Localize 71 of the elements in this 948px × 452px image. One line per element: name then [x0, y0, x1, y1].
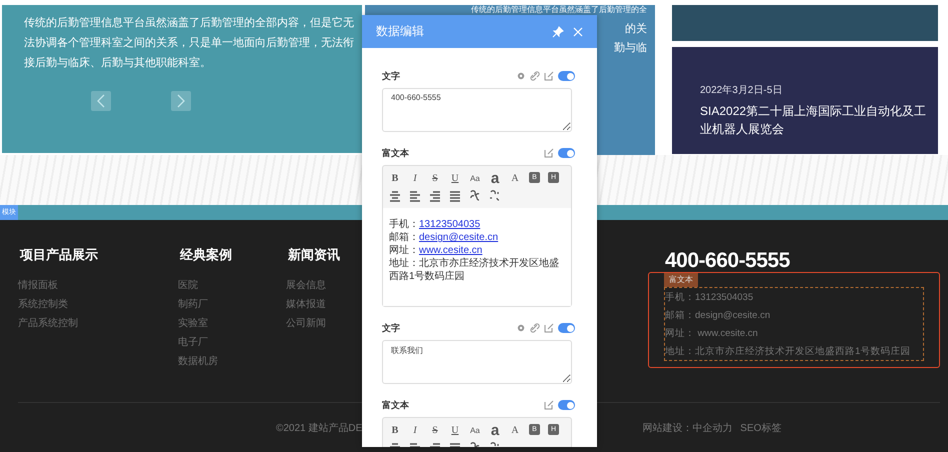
toolbar-button[interactable]: U: [447, 170, 463, 186]
field-label: 富文本: [382, 146, 409, 160]
previous-button[interactable]: [91, 91, 111, 111]
copyright-text: ©2021 建站产品DE: [276, 422, 362, 435]
align-right-icon: [429, 190, 441, 202]
footer-link[interactable]: SEO标签: [740, 421, 782, 435]
toggle-switch[interactable]: [558, 148, 575, 158]
toggle-switch[interactable]: [558, 400, 575, 410]
text-field[interactable]: 400-660-5555: [382, 88, 572, 132]
close-icon[interactable]: [573, 26, 583, 36]
edit-icon[interactable]: [544, 148, 554, 158]
chevron-right-icon[interactable]: [176, 94, 186, 108]
rich-text-block[interactable]: 手机：13123504035 邮箱：design@cesite.cn 网址： www.cesite.cn 地址：北京市亦庄经济技术开发区地盛西路1号数码庄园: [664, 287, 924, 361]
toggle-switch[interactable]: [558, 71, 575, 81]
link-icon[interactable]: [530, 71, 540, 81]
editor-text-line: 邮箱：design@cesite.cn: [389, 231, 500, 244]
column-heading: 经典案例: [180, 246, 232, 264]
toggle-switch[interactable]: [558, 323, 575, 333]
text-field[interactable]: 联系我们: [382, 340, 572, 384]
panel-title: 数据编辑: [376, 23, 424, 40]
align-left-icon: [409, 190, 421, 202]
card-text: 勤与临: [614, 41, 647, 56]
toolbar-button[interactable]: B: [387, 170, 403, 186]
settings-icon[interactable]: [516, 323, 526, 333]
slide-text: 传统的后勤管理信息平台虽然涵盖了后勤管理的全部内容，但是它无法协调各个管理科室之间的关系，只是单一地面向后勤管理，无法衔接后勤与临床、后勤与其他职能科室。: [24, 16, 354, 71]
link-icon: [469, 190, 481, 202]
justify-icon: [449, 190, 461, 202]
toolbar-button[interactable]: Aa: [467, 422, 483, 438]
edit-icon[interactable]: [544, 71, 554, 81]
field-label: 富文本: [382, 398, 409, 412]
phone-number: 400-660-5555: [665, 250, 791, 272]
edit-icon[interactable]: [544, 400, 554, 410]
align-center-icon: [389, 190, 401, 202]
contact-line: 手机：13123504035: [665, 290, 754, 304]
editor-text-line: 手机：13123504035: [389, 218, 482, 231]
toolbar-button[interactable]: I: [407, 170, 423, 186]
event-title[interactable]: SIA2022第二十届上海国际工业自动化及工业机器人展览会: [700, 102, 928, 138]
toolbar-button[interactable]: Aa: [467, 170, 483, 186]
contact-line: 网址： www.cesite.cn: [665, 326, 759, 340]
field-label: 文字: [382, 322, 400, 334]
contact-link[interactable]: design@cesite.cn: [419, 232, 498, 243]
contact-line: 邮箱：design@cesite.cn: [665, 308, 772, 322]
toolbar-button[interactable]: U: [447, 422, 463, 438]
settings-icon[interactable]: [516, 71, 526, 81]
link-icon[interactable]: [530, 323, 540, 333]
contact-line: 地址：北京市亦庄经济技术开发区地盛西路1号数码庄园: [665, 344, 912, 358]
toolbar-button[interactable]: a: [487, 422, 503, 438]
unlink-icon: [489, 190, 501, 202]
card-text: 传统的后勤管理信息平台虽然涵盖了后勤管理的全: [471, 5, 647, 14]
toolbar-button[interactable]: a: [487, 170, 503, 186]
toolbar-button[interactable]: A: [507, 170, 523, 186]
next-button[interactable]: [171, 91, 191, 111]
editor-text-line: 网址：www.cesite.cn: [389, 244, 484, 257]
footer-link[interactable]: 网站建设：中企动力: [642, 421, 732, 435]
contact-link[interactable]: 13123504035: [419, 219, 480, 230]
column-heading: 项目产品展示: [20, 246, 98, 264]
block-tag[interactable]: 富文本: [664, 273, 698, 287]
toolbar-button[interactable]: I: [407, 422, 423, 438]
pin-icon[interactable]: [552, 26, 564, 38]
column-heading: 新闻资讯: [288, 246, 340, 264]
edit-icon[interactable]: [544, 323, 554, 333]
contact-link[interactable]: www.cesite.cn: [419, 245, 482, 256]
event-date: 2022年3月2日-5日: [700, 84, 784, 97]
field-label: 文字: [382, 70, 400, 82]
card-text: 的关: [625, 22, 647, 37]
toolbar-button[interactable]: S: [427, 170, 443, 186]
toolbar-button[interactable]: S: [427, 422, 443, 438]
editor-text-line: 地址：北京市亦庄经济技术开发区地盛西路1号数码庄园: [389, 257, 560, 283]
toolbar-button[interactable]: A: [507, 422, 523, 438]
chevron-left-icon[interactable]: [96, 94, 106, 108]
toolbar-button[interactable]: B: [387, 422, 403, 438]
